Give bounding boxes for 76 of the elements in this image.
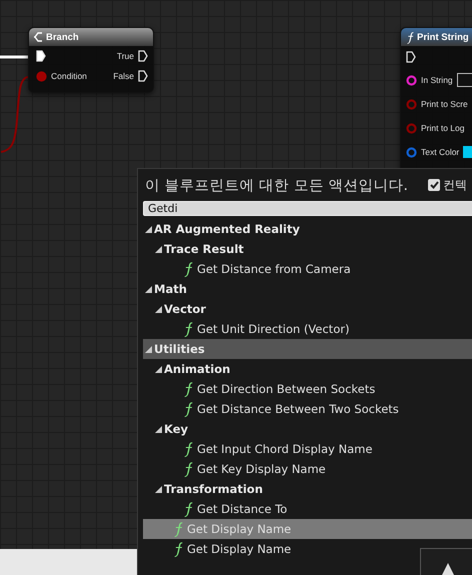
action-label: Get Display Name (187, 522, 292, 536)
color-swatch[interactable] (463, 146, 472, 158)
category-row[interactable]: Utilities (143, 339, 472, 359)
category-row[interactable]: Trace Result (143, 239, 472, 259)
string-value-field[interactable] (456, 73, 472, 87)
menu-header: 이 블루프린트에 대한 모든 액션입니다. (145, 176, 408, 194)
category-row[interactable]: Animation (143, 359, 472, 379)
category-label: Utilities (154, 342, 205, 356)
category-row[interactable]: Math (143, 279, 472, 299)
function-icon (173, 521, 183, 537)
category-label: Trace Result (164, 242, 244, 256)
context-checkbox[interactable] (428, 179, 440, 191)
exec-pin-icon[interactable] (138, 50, 148, 62)
function-icon (183, 261, 193, 277)
function-icon (173, 541, 183, 557)
data-pin-icon[interactable] (406, 74, 417, 86)
action-item[interactable]: Get Distance To (143, 499, 472, 519)
expand-triangle-icon[interactable] (155, 486, 162, 492)
category-row[interactable]: Vector (143, 299, 472, 319)
action-label: Get Distance To (197, 502, 288, 516)
category-label: Math (154, 282, 187, 296)
function-icon (406, 30, 414, 44)
expand-triangle-icon[interactable] (155, 246, 162, 252)
category-label: AR Augmented Reality (154, 222, 300, 236)
action-item[interactable]: Get Direction Between Sockets (143, 379, 472, 399)
exec-pin-icon[interactable] (406, 51, 416, 63)
expand-triangle-icon[interactable] (145, 346, 152, 352)
category-label: Animation (164, 362, 230, 376)
action-label: Get Distance from Camera (197, 262, 351, 276)
expand-triangle-icon[interactable] (155, 426, 162, 432)
action-label: Get Input Chord Display Name (197, 442, 372, 456)
exec-wire (0, 56, 28, 58)
node-title: Print String (417, 32, 469, 42)
action-item[interactable]: Get Key Display Name (143, 459, 472, 479)
up-arrow-icon (441, 563, 455, 575)
action-item[interactable]: Get Display Name (143, 539, 472, 559)
branch-icon (34, 32, 43, 42)
action-label: Get Distance Between Two Sockets (197, 402, 399, 416)
node-title: Branch (46, 32, 79, 42)
pin-label: Condition (51, 71, 87, 81)
action-label: Get Unit Direction (Vector) (197, 322, 350, 336)
category-label: Transformation (164, 482, 263, 496)
action-item[interactable]: Get Unit Direction (Vector) (143, 319, 472, 339)
action-item[interactable]: Get Distance from Camera (143, 259, 472, 279)
exec-pin-icon[interactable] (138, 70, 148, 82)
function-icon (183, 381, 193, 397)
function-icon (183, 501, 193, 517)
function-icon (183, 321, 193, 337)
expand-triangle-icon[interactable] (145, 226, 152, 232)
action-item[interactable]: Get Input Chord Display Name (143, 439, 472, 459)
category-row[interactable]: Key (143, 419, 472, 439)
category-label: Vector (164, 302, 206, 316)
category-row[interactable]: AR Augmented Reality (143, 219, 472, 239)
pin-label: True (116, 51, 134, 61)
function-icon (183, 461, 193, 477)
category-row[interactable]: Transformation (143, 479, 472, 499)
function-icon (183, 401, 193, 417)
pin-label: False (113, 71, 134, 81)
expand-triangle-icon[interactable] (155, 366, 162, 372)
action-label: Get Direction Between Sockets (197, 382, 376, 396)
data-pin-icon[interactable] (406, 146, 417, 158)
scroll-up-button[interactable] (420, 548, 472, 575)
action-label: Get Display Name (187, 542, 292, 556)
pin-label: In String (421, 75, 453, 85)
expand-triangle-icon[interactable] (145, 286, 152, 292)
pin-label: Text Color (421, 147, 460, 157)
search-field[interactable]: Getdi (143, 201, 472, 216)
pin-label: Print to Log (421, 123, 464, 133)
category-label: Key (164, 422, 188, 436)
expand-triangle-icon[interactable] (155, 306, 162, 312)
checkbox-label: 컨텍 (443, 176, 468, 194)
pin-label: Print to Scre (421, 99, 468, 109)
action-item[interactable]: Get Distance Between Two Sockets (143, 399, 472, 419)
function-icon (183, 441, 193, 457)
exec-pin-icon[interactable] (36, 50, 46, 62)
action-label: Get Key Display Name (197, 462, 326, 476)
